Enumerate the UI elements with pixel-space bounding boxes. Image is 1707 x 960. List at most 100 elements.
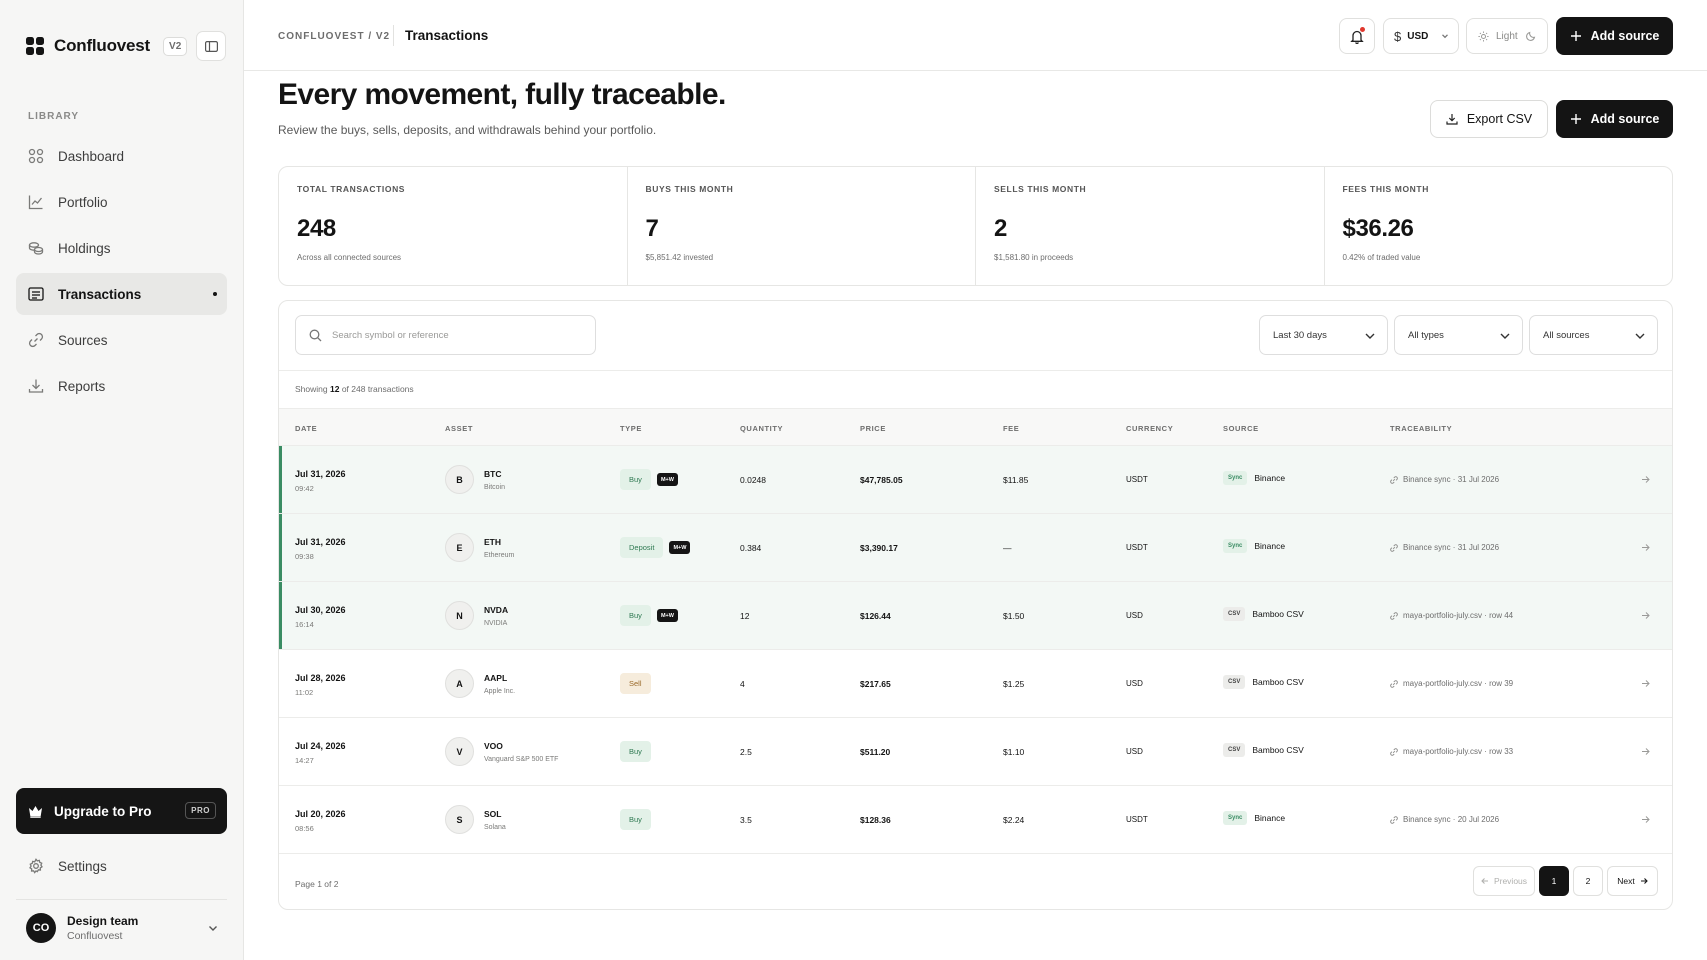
type-badge: Buy [620,741,651,762]
next-page-button[interactable]: Next [1607,866,1658,896]
period-filter-select[interactable]: Last 30 days [1259,315,1388,355]
date-cell: Jul 24, 2026 14:27 [295,741,346,765]
column-header-currency[interactable]: CURRENCY [1126,424,1173,433]
asset-symbol: SOL [484,808,502,819]
table-row[interactable]: Jul 20, 2026 08:56 S SOL Solana Buy 3.5 … [279,786,1672,854]
column-header-quantity[interactable]: QUANTITY [740,424,783,433]
stat-value: 2 [994,215,1007,242]
sidebar-item-reports[interactable]: Reports [16,365,227,407]
type-filter-select[interactable]: All types [1394,315,1523,355]
column-header-fee[interactable]: FEE [1003,424,1019,433]
add-source-button[interactable]: Add source [1556,100,1673,138]
arrow-right-icon[interactable] [1641,679,1650,688]
brand[interactable]: Confluovest V2 [26,36,188,56]
search-field[interactable] [295,315,596,355]
download-icon [1446,114,1458,125]
results-count: Showing 12 of 248 transactions [295,384,414,394]
upgrade-to-pro-button[interactable]: Upgrade to Pro PRO [16,788,227,834]
column-header-date[interactable]: DATE [295,424,317,433]
asset-avatar: N [445,601,474,630]
arrow-right-icon[interactable] [1641,815,1650,824]
account-switcher[interactable]: CO Design team Confluovest [26,912,226,944]
table-row[interactable]: Jul 30, 2026 16:14 N NVDA NVIDIA Buy M+W… [279,582,1672,650]
export-csv-button[interactable]: Export CSV [1430,100,1548,138]
asset-avatar: B [445,465,474,494]
previous-page-button[interactable]: Previous [1473,866,1535,896]
traceability-cell[interactable]: maya-portfolio-july.csv · row 33 [1390,747,1513,756]
arrow-right-icon[interactable] [1641,747,1650,756]
traceability-cell[interactable]: Binance sync · 31 Jul 2026 [1390,543,1499,552]
source-name: Binance [1254,813,1286,823]
collapse-sidebar-button[interactable] [196,31,226,61]
arrow-right-icon[interactable] [1641,611,1650,620]
column-header-source[interactable]: SOURCE [1223,424,1259,433]
gear-icon [29,858,43,874]
library-section-label: LIBRARY [28,111,80,122]
transaction-date: Jul 30, 2026 [295,605,346,615]
traceability-text: maya-portfolio-july.csv · row 44 [1403,611,1514,620]
currency-select[interactable]: $ USD [1383,18,1459,54]
sun-icon [1478,30,1489,42]
stat-note: $1,581.80 in proceeds [994,253,1074,262]
sidebar-item-transactions[interactable]: Transactions [16,273,227,315]
chevron-down-icon [1500,333,1510,339]
sidebar-item-sources[interactable]: Sources [16,319,227,361]
next-label: Next [1617,876,1635,886]
breadcrumb-current: Transactions [405,28,489,43]
column-header-asset[interactable]: ASSET [445,424,473,433]
settings-link[interactable]: Settings [28,858,107,874]
asset-symbol: VOO [484,740,503,751]
avatar: CO [26,913,56,943]
type-cell: Buy [620,741,651,762]
sidebar-item-portfolio[interactable]: Portfolio [16,181,227,223]
topbar-add-source-button[interactable]: Add source [1556,17,1673,55]
arrow-left-icon [1481,878,1488,884]
type-cell: Buy [620,809,651,830]
fee-cell: $1.25 [1003,679,1025,689]
traceability-cell[interactable]: Binance sync · 31 Jul 2026 [1390,475,1499,484]
price-cell: $511.20 [860,747,891,757]
asset-cell: E ETH Ethereum [445,533,514,562]
transaction-time: 16:14 [295,620,314,629]
traceability-cell[interactable]: Binance sync · 20 Jul 2026 [1390,815,1499,824]
source-cell: Sync Binance [1223,471,1285,485]
type-cell: Deposit M+W [620,537,691,558]
arrow-right-icon[interactable] [1641,543,1650,552]
search-input[interactable] [332,329,582,341]
notifications-button[interactable] [1339,18,1375,54]
dollar-icon: $ [1394,28,1402,44]
asset-symbol: ETH [484,536,501,547]
sidebar-item-dashboard[interactable]: Dashboard [16,135,227,177]
traceability-cell[interactable]: maya-portfolio-july.csv · row 39 [1390,679,1513,688]
table-row[interactable]: Jul 31, 2026 09:42 B BTC Bitcoin Buy M+W… [279,446,1672,514]
version-badge: V2 [163,36,188,56]
theme-toggle[interactable]: Light [1466,18,1548,54]
stats-panel: TOTAL TRANSACTIONS 248 Across all connec… [278,166,1673,286]
arrow-right-icon[interactable] [1641,475,1650,484]
breadcrumb-root[interactable]: CONFLUOVEST / V2 [278,31,390,42]
topbar: CONFLUOVEST / V2 Transactions $ USD Ligh… [244,0,1707,71]
table-row[interactable]: Jul 24, 2026 14:27 V VOO Vanguard S&P 50… [279,718,1672,786]
sidebar-item-holdings[interactable]: Holdings [16,227,227,269]
moon-icon [1525,31,1535,41]
asset-name: Solana [484,823,506,831]
link-icon [28,332,44,348]
sidebar-toggle-icon [204,40,218,52]
table-row[interactable]: Jul 31, 2026 09:38 E ETH Ethereum Deposi… [279,514,1672,582]
source-tag: Sync [1223,539,1248,553]
page-2-button[interactable]: 2 [1573,866,1603,896]
link-icon [1390,679,1398,688]
source-filter-select[interactable]: All sources [1529,315,1658,355]
column-header-type[interactable]: TYPE [620,424,642,433]
quantity-cell: 2.5 [740,747,752,757]
traceability-cell[interactable]: maya-portfolio-july.csv · row 44 [1390,611,1513,620]
column-header-traceability[interactable]: TRACEABILITY [1390,424,1452,433]
filter-divider [279,370,1672,371]
arrow-right-icon [1640,878,1648,884]
brand-name: Confluovest [54,36,151,55]
theme-label: Light [1496,30,1518,42]
currency-cell: USD [1126,611,1143,620]
page-1-button[interactable]: 1 [1539,866,1569,896]
table-row[interactable]: Jul 28, 2026 11:02 A AAPL Apple Inc. Sel… [279,650,1672,718]
column-header-price[interactable]: PRICE [860,424,886,433]
